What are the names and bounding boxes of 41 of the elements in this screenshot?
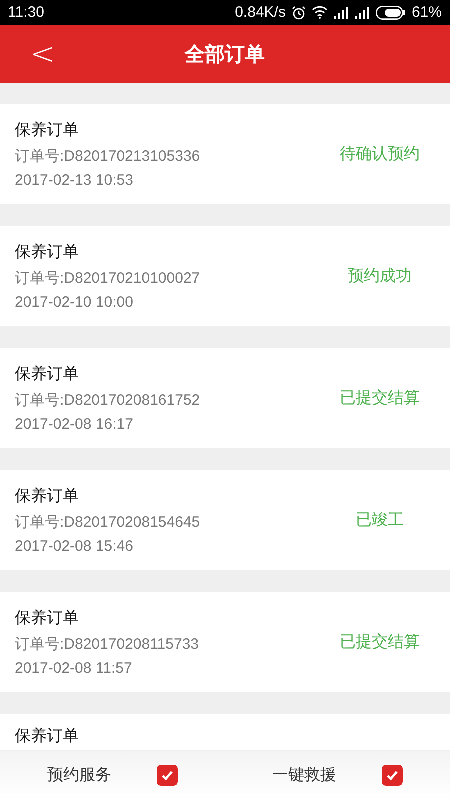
order-status: 已提交结算: [339, 388, 421, 408]
order-number: 订单号:D820170208154645: [15, 512, 202, 532]
order-status: 待确认预约: [339, 144, 421, 164]
checkbox[interactable]: [156, 765, 178, 786]
order-type: 保养订单: [15, 120, 80, 140]
order-date: 2017-02-10 10:00: [15, 294, 134, 310]
order-card[interactable]: 保养订单 订单号:D820170208154645 2017-02-08 15:46 已竣工: [0, 470, 450, 570]
signal-icon: [354, 6, 370, 18]
order-date: 2017-02-08 11:57: [15, 660, 134, 676]
battery-icon: [376, 6, 406, 20]
option-label: 预约服务: [48, 765, 112, 786]
order-number: 订单号:D820170210100027: [15, 268, 202, 288]
order-card[interactable]: 保养订单 订单号:D820170210100027 2017-02-10 10:00 预约成功: [0, 226, 450, 326]
order-card[interactable]: 保养订单 订单号:D820170208115733 2017-02-08 11:57 已提交结算: [0, 592, 450, 692]
network-speed: 0.84K/s: [235, 4, 286, 21]
order-card[interactable]: 保养订单 订单号:D820170208161752 2017-02-08 16:17 已提交结算: [0, 348, 450, 448]
signal-icon: [334, 6, 349, 18]
order-number: 订单号:D820170208115733: [15, 634, 200, 654]
order-card[interactable]: 保养订单: [0, 714, 450, 750]
option-label: 一键救援: [272, 765, 336, 786]
order-number: 订单号:D820170208161752: [15, 390, 202, 410]
order-status: 已竣工: [355, 510, 405, 530]
order-type: 保养订单: [15, 364, 80, 384]
order-type: 保养订单: [15, 486, 80, 506]
battery-percentage: 61%: [412, 4, 442, 21]
order-date: 2017-02-08 16:17: [15, 416, 134, 432]
order-date: 2017-02-08 15:46: [15, 538, 134, 554]
page-title: 全部订单: [185, 40, 265, 68]
order-type: 保养订单: [15, 726, 80, 747]
clock-time: 11:30: [8, 4, 44, 21]
order-card[interactable]: 保养订单 订单号:D820170213105336 2017-02-13 10:53 待确认预约: [0, 104, 450, 204]
order-type: 保养订单: [15, 608, 80, 628]
checkbox[interactable]: [382, 765, 402, 786]
back-button[interactable]: <: [28, 34, 58, 74]
order-type: 保养订单: [15, 242, 80, 262]
order-status: 已提交结算: [339, 632, 421, 652]
order-date: 2017-02-13 10:53: [15, 172, 134, 188]
wifi-icon: [312, 6, 328, 19]
order-status: 预约成功: [347, 266, 413, 286]
alarm-icon: [292, 6, 306, 20]
order-number: 订单号:D820170213105336: [15, 146, 202, 166]
